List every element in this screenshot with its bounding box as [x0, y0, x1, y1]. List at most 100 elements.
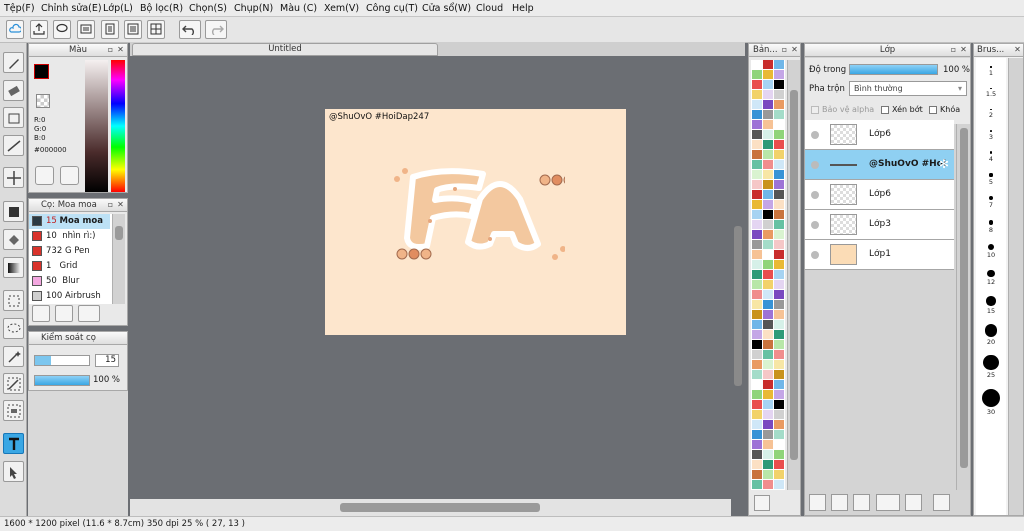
color-swatch[interactable]: [774, 270, 784, 279]
color-swatch[interactable]: [774, 460, 784, 469]
grid-icon[interactable]: [147, 20, 165, 39]
color-swatch[interactable]: [774, 120, 784, 129]
rectangle-tool-icon[interactable]: [3, 107, 24, 128]
color-swatch[interactable]: [752, 160, 762, 169]
menu-filter[interactable]: Bộ lọc(R): [140, 3, 183, 14]
menu-view[interactable]: Xem(V): [324, 3, 359, 14]
color-swatch[interactable]: [774, 350, 784, 359]
document-tab[interactable]: Untitled: [132, 43, 438, 56]
color-swatch[interactable]: [752, 360, 762, 369]
color-swatch[interactable]: [752, 70, 762, 79]
brush-size-dot[interactable]: [983, 354, 999, 371]
cloud-icon[interactable]: [6, 20, 24, 39]
close-icon[interactable]: ✕: [116, 46, 125, 55]
folder-icon[interactable]: [905, 494, 922, 511]
brush-settings-icon[interactable]: [32, 305, 50, 322]
color-swatch[interactable]: [752, 280, 762, 289]
color-swatch[interactable]: [774, 80, 784, 89]
color-swatch[interactable]: [774, 260, 784, 269]
color-swatch[interactable]: [774, 160, 784, 169]
color-swatch[interactable]: [763, 330, 773, 339]
eye-icon[interactable]: [811, 191, 819, 199]
list-icon[interactable]: [124, 20, 142, 39]
new-vector-layer-icon[interactable]: [831, 494, 848, 511]
color-swatch[interactable]: [774, 370, 784, 379]
brush-size-dot[interactable]: [988, 195, 994, 201]
color-swatch[interactable]: [763, 280, 773, 289]
chat-icon[interactable]: [53, 20, 71, 39]
blend-mode-select[interactable]: Bình thường ▾: [849, 81, 967, 96]
color-swatch[interactable]: [752, 420, 762, 429]
color-swatch[interactable]: [774, 170, 784, 179]
color-swatch[interactable]: [763, 350, 773, 359]
color-swatch[interactable]: [763, 190, 773, 199]
size-value-field[interactable]: 15: [95, 354, 119, 367]
color-swatch[interactable]: [763, 260, 773, 269]
color-swatch[interactable]: [774, 300, 784, 309]
eye-icon[interactable]: [811, 251, 819, 259]
color-swatch[interactable]: [763, 480, 773, 489]
menu-select[interactable]: Chọn(S): [189, 3, 227, 14]
menu-layer[interactable]: Lớp(L): [103, 3, 133, 14]
menu-color[interactable]: Màu (C): [280, 3, 317, 14]
palette-icon[interactable]: [35, 166, 54, 185]
color-swatch[interactable]: [752, 380, 762, 389]
color-swatch[interactable]: [752, 370, 762, 379]
color-swatch[interactable]: [752, 140, 762, 149]
color-swatch[interactable]: [774, 250, 784, 259]
magic-wand-icon[interactable]: [3, 346, 24, 367]
text-tool-icon[interactable]: [3, 433, 24, 454]
color-swatch[interactable]: [763, 470, 773, 479]
color-swatch[interactable]: [774, 220, 784, 229]
color-swatch[interactable]: [763, 390, 773, 399]
color-swatch[interactable]: [752, 290, 762, 299]
brush-row[interactable]: 50 Blur: [29, 274, 110, 289]
color-swatch[interactable]: [752, 130, 762, 139]
window-icon[interactable]: [77, 20, 95, 39]
layer-row[interactable]: Lớp1: [805, 240, 954, 270]
color-swatch[interactable]: [763, 340, 773, 349]
color-swatch[interactable]: [763, 320, 773, 329]
color-swatch[interactable]: [752, 310, 762, 319]
color-swatch[interactable]: [752, 300, 762, 309]
color-swatch[interactable]: [752, 60, 762, 69]
lock-checkbox[interactable]: Khóa: [929, 105, 960, 114]
line-tool-icon[interactable]: [3, 135, 24, 156]
color-swatch[interactable]: [752, 400, 762, 409]
brush-size-dot[interactable]: [986, 296, 996, 306]
color-swatch[interactable]: [774, 140, 784, 149]
size-slider[interactable]: [34, 355, 90, 366]
color-swatch[interactable]: [774, 410, 784, 419]
menu-tools[interactable]: Công cụ(T): [366, 3, 418, 14]
brush-size-dot[interactable]: [987, 244, 995, 251]
vertical-scrollbar[interactable]: [731, 56, 745, 499]
gradient-tool-icon[interactable]: [3, 257, 24, 278]
redo-icon[interactable]: [205, 20, 227, 39]
color-swatch[interactable]: [752, 480, 762, 489]
brush-size-dot[interactable]: [990, 108, 992, 110]
brush-size-dot[interactable]: [990, 129, 992, 132]
brush-row[interactable]: 10 nhìn rì:): [29, 229, 110, 244]
color-swatch[interactable]: [752, 320, 762, 329]
close-icon[interactable]: ✕: [116, 201, 125, 210]
restore-icon[interactable]: ▫: [106, 201, 115, 210]
color-swatch[interactable]: [774, 240, 784, 249]
color-swatch[interactable]: [763, 160, 773, 169]
color-swatch[interactable]: [763, 70, 773, 79]
bucket-tool-icon[interactable]: [3, 229, 24, 250]
color-swatch[interactable]: [763, 170, 773, 179]
color-swatch[interactable]: [774, 320, 784, 329]
close-icon[interactable]: ✕: [790, 46, 799, 55]
color-swatch[interactable]: [752, 170, 762, 179]
swatch-grid[interactable]: [751, 60, 785, 490]
move-tool-icon[interactable]: [3, 167, 24, 188]
document-icon[interactable]: [101, 20, 119, 39]
horizontal-scrollbar[interactable]: [130, 499, 731, 516]
color-swatch[interactable]: [752, 220, 762, 229]
eraser-tool-icon[interactable]: [3, 80, 24, 101]
brush-tool-icon[interactable]: [3, 52, 24, 73]
restore-icon[interactable]: ▫: [949, 46, 958, 55]
eye-icon[interactable]: [811, 161, 819, 169]
color-swatch[interactable]: [752, 150, 762, 159]
lasso-icon[interactable]: [3, 318, 24, 339]
